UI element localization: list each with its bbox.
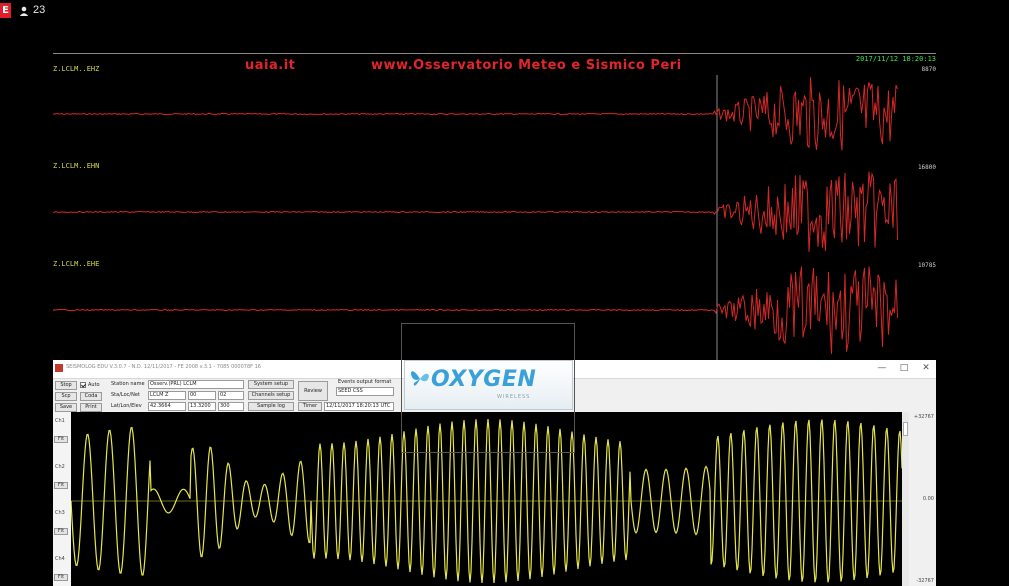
review-button[interactable]: Review bbox=[298, 381, 328, 401]
filter-button-3[interactable]: Flt bbox=[54, 528, 68, 535]
station-name-field[interactable]: Osserv.(PRL) LCLM bbox=[148, 380, 244, 389]
channels-setup-button[interactable]: Channels setup bbox=[248, 391, 294, 400]
station-name-label: Station name bbox=[111, 381, 145, 387]
side-channel-3: Ch3 bbox=[55, 510, 65, 516]
side-channel-1: Ch1 bbox=[55, 418, 65, 424]
maximize-button[interactable]: □ bbox=[898, 362, 910, 375]
sta-loc-net-label: Sta/Loc/Net bbox=[111, 392, 140, 398]
lat-field[interactable]: 42.3664 bbox=[148, 402, 186, 411]
side-channel-2: Ch2 bbox=[55, 464, 65, 470]
channel-label-1: Z.LCLM..EHZ bbox=[53, 65, 100, 73]
events-format-label: Events output format bbox=[338, 379, 392, 385]
window-title: SEISMOLOG EDU V.3.0.7 - N.D. 12/11/2017 … bbox=[66, 364, 261, 370]
minimize-button[interactable]: — bbox=[876, 362, 888, 375]
live-badge: E bbox=[0, 3, 11, 18]
clock: 2017/11/12 18:20:13 bbox=[855, 55, 936, 63]
amplitude-scale: +32767 0.00 -32767 bbox=[911, 412, 936, 586]
scale-mid: 0.00 bbox=[922, 496, 934, 502]
seismic-trace-2 bbox=[53, 171, 898, 252]
ad-card[interactable]: OXYGEN WIRELESS bbox=[404, 360, 573, 410]
viewer-count-text: 23 bbox=[33, 4, 46, 16]
print-button[interactable]: Print bbox=[80, 403, 102, 412]
system-setup-button[interactable]: System setup bbox=[248, 380, 294, 389]
lat-lon-elev-label: Lat/Lon/Elev bbox=[111, 403, 142, 409]
ad-overlay[interactable]: OXYGEN WIRELESS bbox=[401, 323, 575, 453]
ad-tagline: WIRELESS bbox=[497, 394, 531, 400]
sample-log-button[interactable]: Sample log bbox=[248, 402, 294, 411]
scp-button[interactable]: Scp bbox=[55, 392, 77, 401]
video-stage: uaia.it www.Osservatorio Meteo e Sismico… bbox=[53, 53, 936, 586]
channel-side-panel: Ch1 Flt Ch2 Flt Ch3 Flt Ch4 Flt bbox=[53, 412, 71, 586]
banner-left: uaia.it bbox=[245, 58, 296, 73]
filter-button-4[interactable]: Flt bbox=[54, 574, 68, 581]
timer-button[interactable]: Timer bbox=[298, 402, 322, 411]
scale-top: +32767 bbox=[913, 414, 934, 420]
viewer-count: 23 bbox=[19, 3, 45, 18]
events-format-select[interactable]: SEED CSS bbox=[336, 387, 394, 396]
ad-brand: OXYGEN bbox=[431, 367, 537, 392]
auto-checkbox[interactable] bbox=[80, 382, 86, 388]
butterfly-logo-icon bbox=[410, 371, 429, 386]
channel-scale-1: 8870 bbox=[921, 66, 936, 73]
channel-label-3: Z.LCLM..EHE bbox=[53, 260, 100, 268]
net-field[interactable]: 02 bbox=[218, 391, 244, 400]
time-field: 12/11/2017 18:20:13 UTC bbox=[324, 402, 394, 411]
seismogram-display bbox=[53, 75, 898, 360]
coda-button[interactable]: Coda bbox=[80, 392, 102, 401]
elev-field[interactable]: 300 bbox=[218, 402, 244, 411]
sta-field[interactable]: LCLM Z bbox=[148, 391, 186, 400]
filter-button-1[interactable]: Flt bbox=[54, 436, 68, 443]
app-icon bbox=[55, 364, 63, 372]
lon-field[interactable]: 13.3200 bbox=[188, 402, 216, 411]
auto-label: Auto bbox=[88, 382, 100, 388]
save-button[interactable]: Save bbox=[55, 403, 77, 412]
scrollbar-thumb[interactable] bbox=[903, 422, 908, 436]
channel-scale-3: 10785 bbox=[917, 262, 936, 269]
seismic-trace-1 bbox=[53, 77, 898, 151]
close-button[interactable]: ✕ bbox=[920, 362, 932, 375]
channel-scale-2: 16800 bbox=[917, 164, 936, 171]
channel-label-2: Z.LCLM..EHN bbox=[53, 162, 100, 170]
side-channel-4: Ch4 bbox=[55, 556, 65, 562]
stop-button[interactable]: Stop bbox=[55, 381, 77, 390]
filter-button-2[interactable]: Flt bbox=[54, 482, 68, 489]
loc-field[interactable]: 00 bbox=[188, 391, 216, 400]
person-icon bbox=[19, 6, 29, 16]
vertical-scrollbar[interactable] bbox=[902, 412, 909, 586]
banner-right: www.Osservatorio Meteo e Sismico Peri bbox=[371, 58, 682, 73]
scale-bottom: -32767 bbox=[916, 578, 934, 584]
